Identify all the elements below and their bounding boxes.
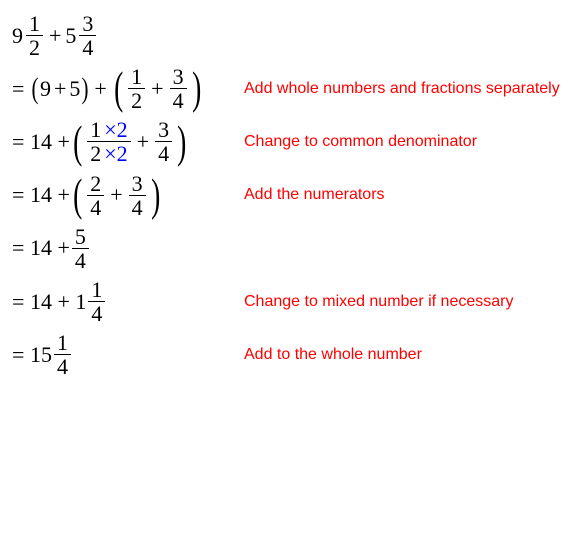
paren-close-icon: ) — [192, 70, 201, 107]
fraction: 3 4 — [170, 65, 187, 112]
term-a-fraction: 1 2 — [26, 12, 43, 59]
step-3-math: = 14 + ( 2 4 + 3 4 ) — [12, 172, 232, 219]
times-icon: ×2 — [104, 118, 127, 141]
step-5-math: = 14 + 1 1 4 — [12, 278, 232, 325]
step-6-math: = 15 1 4 — [12, 331, 232, 378]
fraction: 5 4 — [72, 225, 89, 272]
step-3-note: Add the numerators — [244, 186, 385, 204]
term-a-whole: 9 — [12, 23, 24, 49]
step-5: = 14 + 1 1 4 Change to mixed number if n… — [12, 278, 576, 325]
fraction: 2 4 — [87, 172, 104, 219]
step-6: = 15 1 4 Add to the whole number — [12, 331, 576, 378]
paren-close-icon: ) — [151, 177, 160, 214]
step-2-note: Change to common denominator — [244, 133, 477, 151]
fraction: 3 4 — [155, 118, 172, 165]
step-5-note: Change to mixed number if necessary — [244, 293, 513, 311]
equals-sign: = — [12, 289, 30, 315]
fraction: 1 ×2 2 ×2 — [87, 118, 130, 165]
paren-open-icon: ( — [32, 75, 39, 102]
paren-close-icon: ) — [82, 75, 89, 102]
step-1-math: = ( 9 + 5 ) + ( 1 2 + 3 4 ) — [12, 65, 232, 112]
step-2-math: = 14 + ( 1 ×2 2 ×2 + 3 4 ) — [12, 118, 232, 165]
fraction: 3 4 — [129, 172, 146, 219]
paren-open-icon: ( — [73, 177, 82, 214]
paren-close-icon: ) — [177, 124, 186, 161]
term-b-fraction: 3 4 — [79, 12, 96, 59]
step-1: = ( 9 + 5 ) + ( 1 2 + 3 4 ) Add whole nu… — [12, 65, 576, 112]
times-icon: ×2 — [104, 142, 127, 165]
step-2: = 14 + ( 1 ×2 2 ×2 + 3 4 ) Change to com… — [12, 118, 576, 165]
step-4: = 14 + 5 4 — [12, 225, 576, 272]
equals-sign: = — [12, 182, 30, 208]
equals-sign: = — [12, 342, 30, 368]
equals-sign: = — [12, 129, 30, 155]
paren-open-icon: ( — [114, 70, 123, 107]
fraction: 1 2 — [128, 65, 145, 112]
op-plus: + — [49, 23, 61, 49]
term-b-whole: 5 — [65, 23, 77, 49]
fraction: 1 4 — [54, 331, 71, 378]
step-1-note: Add whole numbers and fractions separate… — [244, 80, 560, 98]
equals-sign: = — [12, 235, 30, 261]
step-4-math: = 14 + 5 4 — [12, 225, 232, 272]
paren-open-icon: ( — [73, 124, 82, 161]
equals-sign: = — [12, 76, 30, 102]
problem-line: 9 1 2 + 5 3 4 — [12, 12, 576, 59]
step-3: = 14 + ( 2 4 + 3 4 ) Add the numerators — [12, 172, 576, 219]
problem-math: 9 1 2 + 5 3 4 — [12, 12, 232, 59]
fraction: 1 4 — [88, 278, 105, 325]
step-6-note: Add to the whole number — [244, 346, 422, 364]
